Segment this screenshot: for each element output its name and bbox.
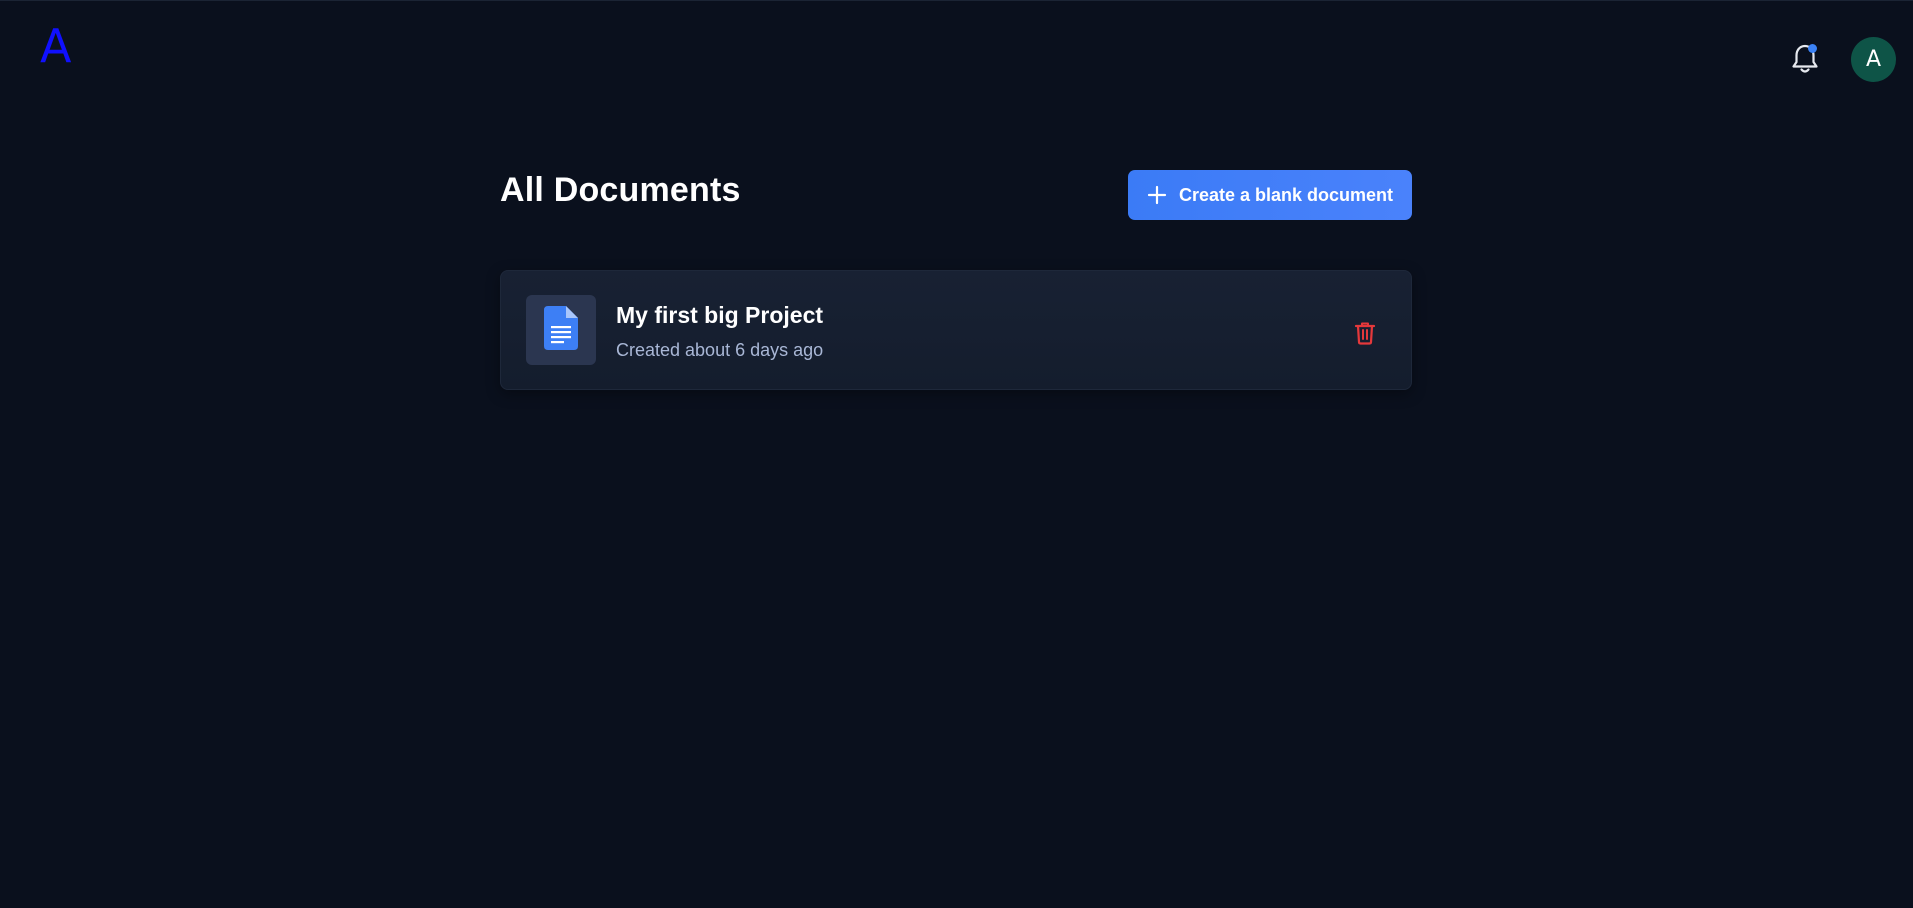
create-button-label: Create a blank document bbox=[1178, 184, 1394, 205]
logo[interactable]: A bbox=[40, 23, 71, 69]
delete-document-button[interactable] bbox=[1354, 321, 1376, 345]
document-thumbnail bbox=[526, 295, 596, 365]
document-icon bbox=[544, 305, 578, 355]
trash-icon bbox=[1354, 322, 1376, 349]
notifications-button[interactable] bbox=[1790, 43, 1820, 75]
page-title: All Documents bbox=[500, 171, 741, 209]
page: A A All Documents Create a blank documen… bbox=[0, 0, 1913, 908]
document-card[interactable]: My first big Project Created about 6 day… bbox=[500, 270, 1412, 390]
document-title[interactable]: My first big Project bbox=[616, 302, 823, 329]
create-blank-document-button[interactable]: Create a blank document bbox=[1128, 170, 1412, 220]
document-created-date: Created about 6 days ago bbox=[616, 340, 824, 360]
plus-icon bbox=[1147, 185, 1167, 205]
notification-dot bbox=[1808, 44, 1817, 53]
avatar[interactable]: A bbox=[1851, 37, 1896, 82]
